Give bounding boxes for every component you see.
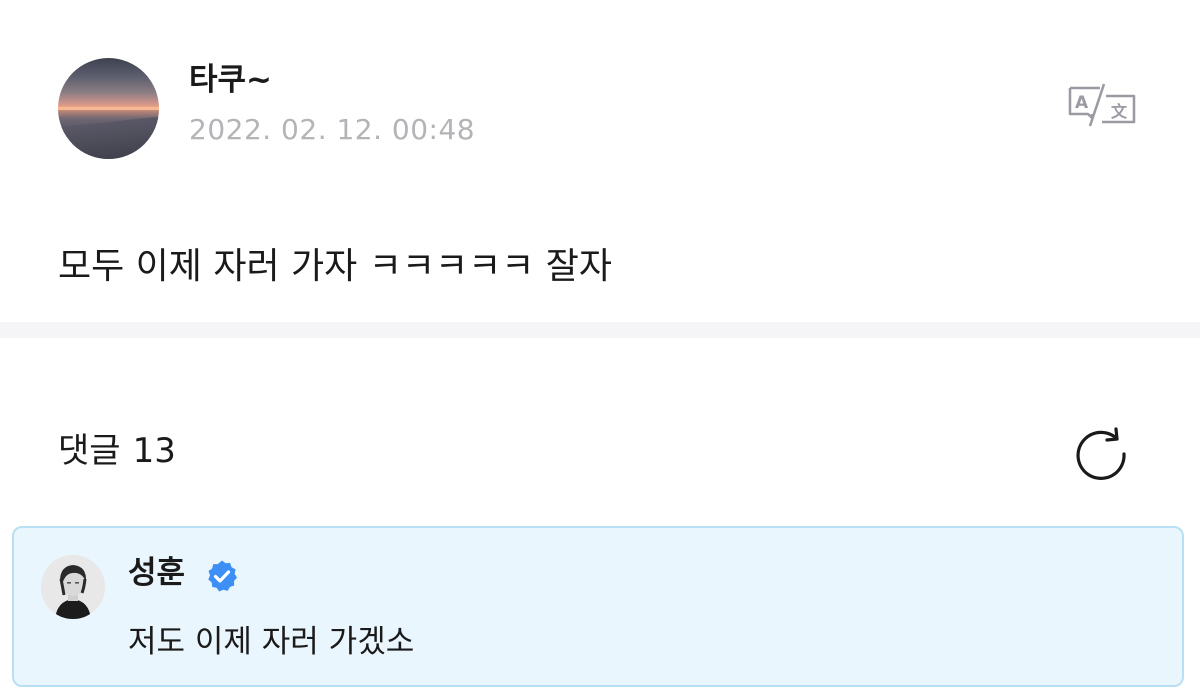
- comments-count: 13: [132, 431, 176, 471]
- post-detail-page: 타쿠~ 2022. 02. 12. 00:48 A 文 모두 이제 자러 가자 …: [0, 0, 1200, 699]
- avatar-shore: [58, 115, 159, 159]
- avatar-horizon: [58, 107, 159, 110]
- author-avatar[interactable]: [58, 58, 159, 159]
- section-divider: [0, 322, 1200, 338]
- comment-text: 저도 이제 자러 가겠소: [128, 624, 415, 660]
- refresh-icon[interactable]: [1071, 424, 1131, 484]
- svg-text:文: 文: [1111, 102, 1128, 121]
- comments-header: 댓글 13: [58, 428, 176, 474]
- commenter-name[interactable]: 성훈: [128, 552, 185, 594]
- post-body-text: 모두 이제 자러 가자 ㅋㅋㅋㅋㅋ 잘자: [58, 246, 613, 287]
- author-name[interactable]: 타쿠~: [189, 60, 272, 100]
- post-timestamp: 2022. 02. 12. 00:48: [189, 113, 476, 146]
- commenter-avatar[interactable]: [41, 555, 105, 619]
- commenter-portrait-icon: [41, 555, 105, 619]
- svg-text:A: A: [1075, 93, 1089, 113]
- translate-icon[interactable]: A 文: [1066, 82, 1138, 128]
- comments-label: 댓글: [58, 431, 121, 471]
- highlighted-comment[interactable]: 성훈 저도 이제 자러 가겠소: [12, 526, 1184, 687]
- verified-badge-icon: [208, 560, 237, 592]
